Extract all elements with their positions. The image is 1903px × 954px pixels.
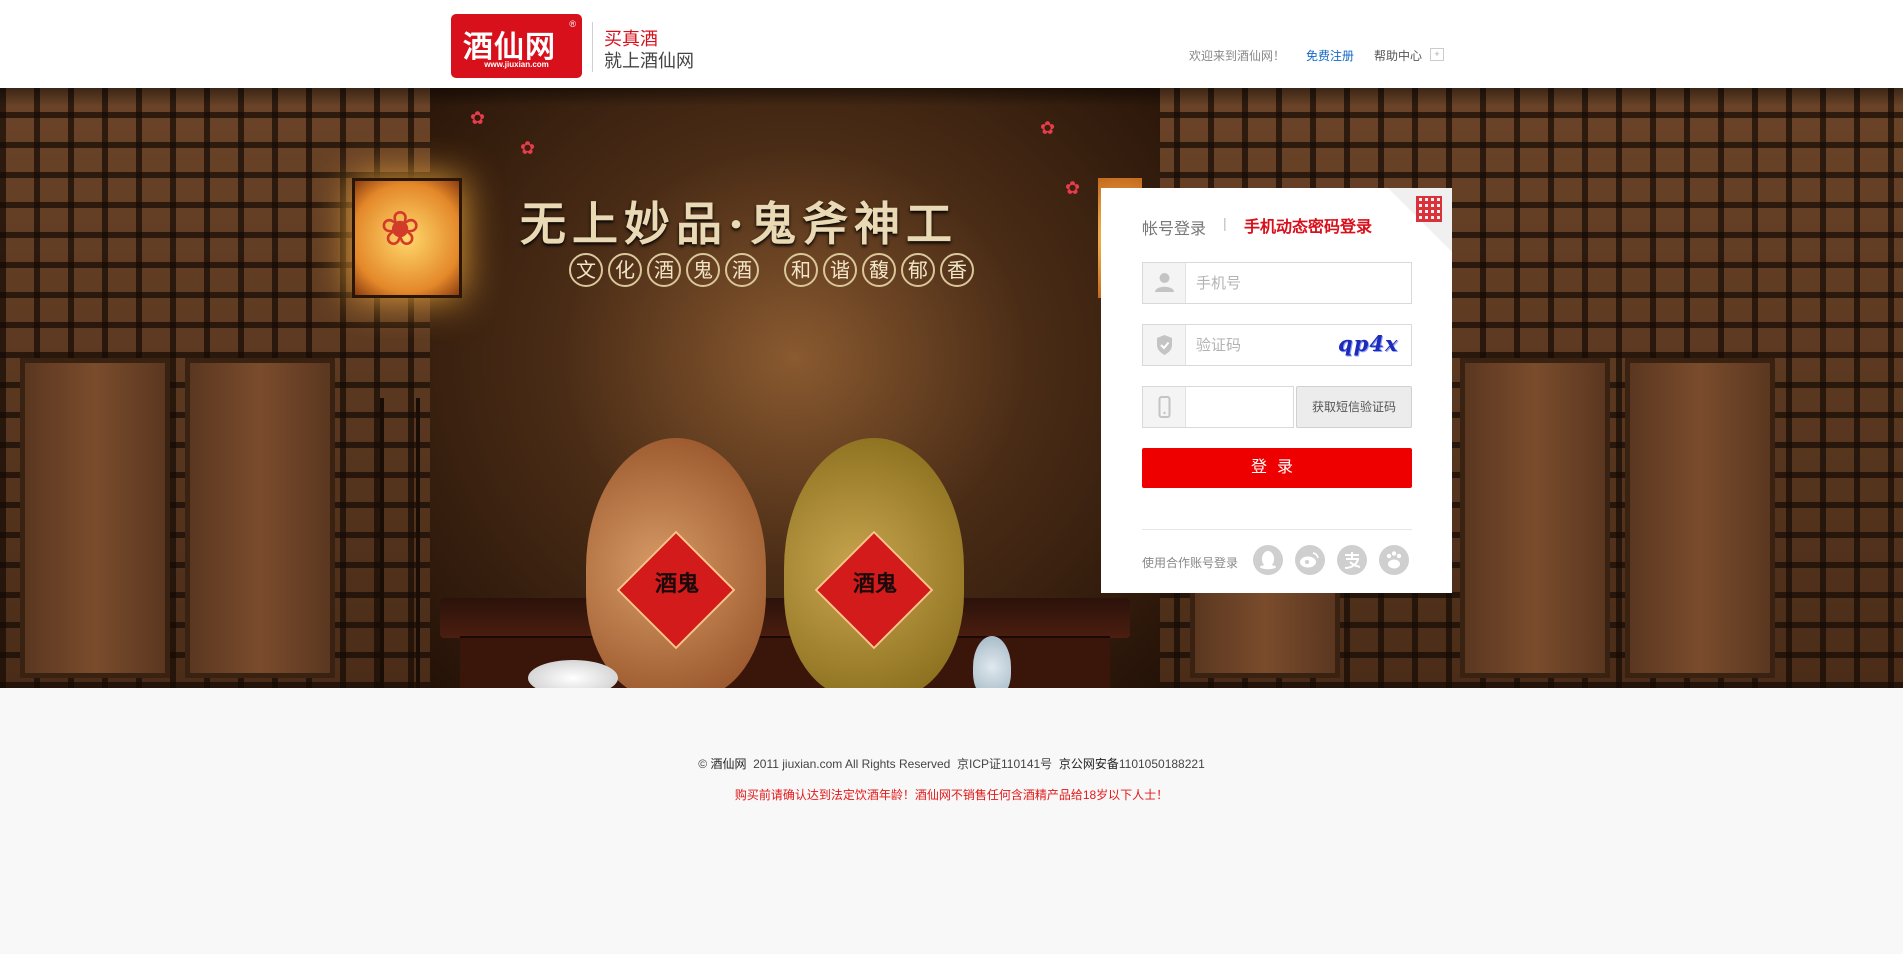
sack-label-text: 酒鬼 [654, 571, 699, 597]
welcome-text: 欢迎来到酒仙网！ [1189, 49, 1286, 63]
slogan-divider [592, 22, 593, 72]
circle-char: 和 [784, 253, 818, 287]
get-sms-code-button[interactable]: 获取短信验证码 [1296, 386, 1412, 428]
sack-label-text: 酒鬼 [852, 571, 897, 597]
help-center-link[interactable]: 帮助中心 [1374, 47, 1422, 64]
door-panel [20, 358, 170, 678]
sms-code-field [1142, 386, 1294, 428]
captcha-input[interactable] [1196, 325, 1326, 365]
slogan-line2: 就上酒仙网 [604, 51, 694, 71]
weibo-icon[interactable] [1295, 545, 1325, 575]
login-button[interactable]: 登录 [1142, 448, 1412, 488]
lotus-flower [528, 660, 618, 688]
circle-slogan-right: 和 谐 馥 郁 香 [784, 253, 974, 287]
registered-mark: ® [569, 19, 576, 29]
captcha-field: qp4x [1142, 324, 1412, 366]
door-panel [1625, 358, 1775, 678]
baidu-icon[interactable] [1379, 545, 1409, 575]
door-panel [185, 358, 335, 678]
circle-char: 化 [608, 253, 642, 287]
circle-char: 文 [569, 253, 603, 287]
register-link[interactable]: 免费注册 [1306, 47, 1354, 64]
divider [1142, 529, 1412, 530]
tab-account-login[interactable]: 帐号登录 [1142, 215, 1206, 239]
circle-char: 酒 [725, 253, 759, 287]
icp-license-link[interactable]: 京ICP证110141号 [957, 757, 1052, 771]
liquor-sack-left: 酒鬼 [586, 438, 766, 688]
site-logo[interactable]: 酒仙网 ® www.jiuxian.com [451, 14, 582, 78]
help-dropdown-icon[interactable]: + [1430, 48, 1444, 61]
footer-copyright: © 酒仙网 2011 jiuxian.com All Rights Reserv… [0, 755, 1903, 772]
phone-field [1142, 262, 1412, 304]
paper-lantern: ❀ [352, 178, 462, 298]
shield-icon [1143, 325, 1186, 365]
tab-sms-login[interactable]: 手机动态密码登录 [1244, 213, 1372, 237]
lotus-icon: ❀ [380, 203, 421, 256]
qq-icon[interactable] [1253, 545, 1283, 575]
circle-char: 郁 [901, 253, 935, 287]
qr-code-icon [1416, 196, 1442, 222]
header: 酒仙网 ® www.jiuxian.com 买真酒 就上酒仙网 欢迎来到酒仙网！… [0, 0, 1903, 88]
tab-separator: | [1223, 215, 1227, 231]
lantern-stand [380, 398, 420, 688]
circle-char: 香 [940, 253, 974, 287]
plum-blossom-icon: ✿ [520, 138, 536, 158]
circle-slogan-left: 文 化 酒 鬼 酒 [569, 253, 759, 287]
circle-char: 鬼 [686, 253, 720, 287]
mobile-phone-icon [1143, 387, 1186, 427]
circle-char: 馥 [862, 253, 896, 287]
circle-char: 谐 [823, 253, 857, 287]
logo-url: www.jiuxian.com [484, 60, 549, 69]
promo-banner[interactable]: ✿ ✿ ✿ ✿ ❀ 无上妙品·鬼斧神工 文 化 酒 鬼 酒 和 谐 馥 郁 香 … [0, 88, 1903, 688]
footer-rights: 2011 jiuxian.com All Rights Reserved [753, 757, 951, 771]
banner-top-shadow [0, 88, 1903, 106]
circle-char: 酒 [647, 253, 681, 287]
police-record-label[interactable]: 京公网安备 [1059, 757, 1119, 771]
plum-blossom-icon: ✿ [470, 108, 486, 128]
copyright-symbol: © [698, 757, 708, 771]
door-panel [1460, 358, 1610, 678]
captcha-image[interactable]: qp4x [1338, 331, 1398, 359]
login-panel: 帐号登录 | 手机动态密码登录 qp4x [1101, 188, 1452, 593]
alipay-icon[interactable] [1337, 545, 1367, 575]
sms-code-input[interactable] [1196, 387, 1291, 427]
footer-brand: 酒仙网 [710, 757, 747, 771]
qr-login-toggle[interactable] [1388, 188, 1452, 252]
police-record-number[interactable]: 1101050188221 [1119, 757, 1205, 771]
plum-blossom-icon: ✿ [1040, 118, 1056, 138]
banner-title: 无上妙品·鬼斧神工 [520, 197, 959, 251]
plum-blossom-icon: ✿ [1065, 178, 1081, 198]
partner-login-label: 使用合作账号登录 [1142, 556, 1239, 570]
phone-input[interactable] [1196, 263, 1396, 303]
footer-age-warning: 购买前请确认达到法定饮酒年龄！酒仙网不销售任何含酒精产品给18岁以下人士！ [734, 788, 1169, 802]
user-icon [1143, 263, 1186, 303]
liquor-sack-right: 酒鬼 [784, 438, 964, 688]
